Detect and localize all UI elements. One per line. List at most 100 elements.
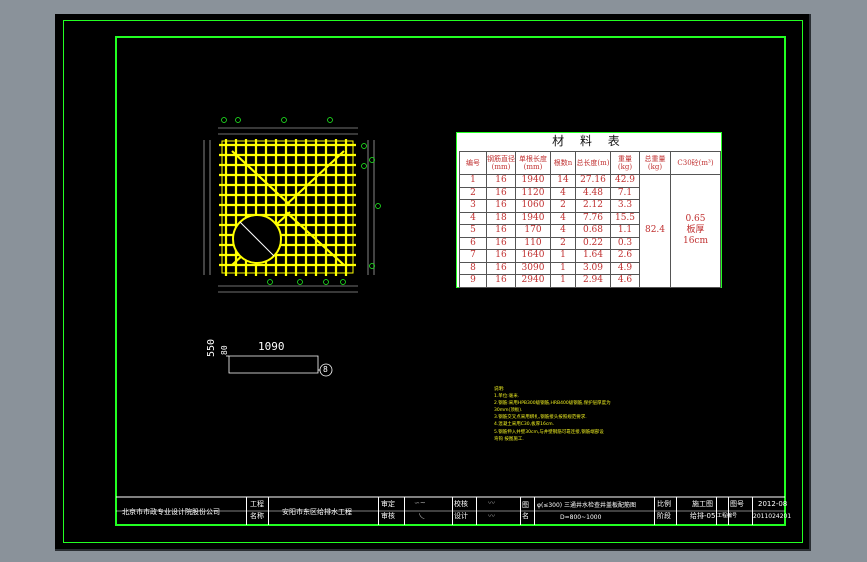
bar-detail xyxy=(226,355,333,377)
table-cell: 1 xyxy=(459,174,487,188)
notes-line: 30mm(顶板). xyxy=(494,408,523,413)
title-block: 北京市市政专业设计院股份公司 工程 名称 安阳市东区给排水工程 审定 审核 ∽~… xyxy=(116,497,791,525)
sheet-label: 图号 xyxy=(730,500,744,508)
table-cell: 9 xyxy=(459,274,487,288)
table-cell: 16 xyxy=(486,236,516,250)
table-cell: 8 xyxy=(459,261,487,275)
concrete-note-2: 16cm xyxy=(682,236,709,247)
table-cell: 7.76 xyxy=(575,211,611,225)
review-label-1: 审定 xyxy=(381,500,395,508)
table-cell: 1940 xyxy=(515,174,551,188)
notes-line: 2.钢筋:采用HPB300级钢筋,HRB400级钢筋,保护层厚度为 xyxy=(494,401,611,406)
table-cell: 4 xyxy=(550,186,576,200)
table-cell: 3.3 xyxy=(610,199,640,213)
table-cell: 14 xyxy=(550,174,576,188)
total-weight-cell: 82.4 xyxy=(639,174,671,288)
table-cell: 170 xyxy=(515,224,551,238)
rebar-plan xyxy=(219,139,356,276)
table-cell: 1 xyxy=(550,274,576,288)
table-cell: 1.64 xyxy=(575,249,611,263)
col-header-count: 根数n xyxy=(550,151,576,175)
table-cell: 3090 xyxy=(515,261,551,275)
table-cell: 1 xyxy=(550,261,576,275)
table-cell: 2.94 xyxy=(575,274,611,288)
notes-heading: 说明: xyxy=(494,387,505,392)
table-cell: 4.9 xyxy=(610,261,640,275)
table-cell: 2.12 xyxy=(575,199,611,213)
table-cell: 27.16 xyxy=(575,174,611,188)
table-cell: 2 xyxy=(459,186,487,200)
table-cell: 1940 xyxy=(515,211,551,225)
drawing-label: 图名 xyxy=(522,501,529,520)
scale-label: 比例 xyxy=(657,500,671,508)
col-header-length: 单根长度(mm) xyxy=(515,151,551,175)
table-cell: 4 xyxy=(550,211,576,225)
table-cell: 1060 xyxy=(515,199,551,213)
table-cell: 16 xyxy=(486,274,516,288)
table-cell: 16 xyxy=(486,261,516,275)
project-no-label: 工程编号 xyxy=(717,513,738,519)
signature-4: 〰 xyxy=(488,512,495,520)
table-cell: 1 xyxy=(550,249,576,263)
bar-dim-b: 80 xyxy=(220,345,229,355)
col-header-concrete: C30砼(m³) xyxy=(670,151,721,175)
table-cell: 16 xyxy=(486,199,516,213)
project-label-1: 工程 xyxy=(250,500,264,508)
concrete-cell: 0.65 板厚 16cm xyxy=(670,174,721,288)
material-table: 材 料 表 编号 钢筋直径(mm) 单根长度(mm) 根数n 总长度(m) 重量… xyxy=(456,132,722,288)
signature-1: ∽~ xyxy=(414,499,426,507)
table-cell: 2 xyxy=(550,199,576,213)
notes-line: 3.钢筋交叉点采用绑扎,钢筋接头按照规范要求. xyxy=(494,415,587,420)
company-name: 北京市市政专业设计院股份公司 xyxy=(122,508,220,516)
stage-label: 阶段 xyxy=(657,512,671,520)
table-cell: 7.1 xyxy=(610,186,640,200)
col-header-weight: 重量(kg) xyxy=(610,151,640,175)
check-label-2: 设计 xyxy=(454,512,468,520)
table-cell: 16 xyxy=(486,249,516,263)
col-header-diameter: 钢筋直径(mm) xyxy=(486,151,516,175)
notes-line: 弯钩 按图施工. xyxy=(494,437,524,442)
rebar-drawing xyxy=(116,117,785,512)
table-cell: 1.1 xyxy=(610,224,640,238)
bar-mark-number: 8 xyxy=(323,365,328,374)
col-header-index: 编号 xyxy=(459,151,487,175)
drawing-name-2: D=800~1000 xyxy=(560,514,602,521)
table-cell: 2.6 xyxy=(610,249,640,263)
signature-2: 乀 xyxy=(418,512,425,520)
bar-dim-a: 550 xyxy=(206,338,217,357)
table-cell: 110 xyxy=(515,236,551,250)
table-cell: 1640 xyxy=(515,249,551,263)
stage-value: 施工图 xyxy=(692,500,713,508)
table-cell: 3.09 xyxy=(575,261,611,275)
table-cell: 1120 xyxy=(515,186,551,200)
table-cell: 5 xyxy=(459,224,487,238)
notes-line: 4.混凝土采用C30,板厚16cm. xyxy=(494,422,555,427)
concrete-note-1: 板厚 xyxy=(686,225,705,236)
table-cell: 4 xyxy=(459,211,487,225)
project-name: 安阳市东区给排水工程 xyxy=(282,508,352,516)
table-cell: 18 xyxy=(486,211,516,225)
table-cell: 6 xyxy=(459,236,487,250)
project-label-2: 名称 xyxy=(250,512,264,520)
sheet-value: 给排-05 xyxy=(690,512,716,520)
table-cell: 42.9 xyxy=(610,174,640,188)
notes-line: 5.钢筋伸入井壁30cm,与井壁钢筋可靠连接,钢筋端部设 xyxy=(494,430,604,435)
table-cell: 0.68 xyxy=(575,224,611,238)
table-cell: 4.48 xyxy=(575,186,611,200)
concrete-value: 0.65 xyxy=(685,214,706,225)
drawing-name-1: φ(≤300) 三通井水检查井盖板配筋图 xyxy=(537,502,637,509)
date-value: 2012-08 xyxy=(758,500,788,508)
table-cell: 15.5 xyxy=(610,211,640,225)
table-cell: 2 xyxy=(550,236,576,250)
table-cell: 3 xyxy=(459,199,487,213)
table-cell: 4 xyxy=(550,224,576,238)
table-cell: 4.6 xyxy=(610,274,640,288)
material-table-title: 材 料 表 xyxy=(552,134,626,148)
col-header-total-weight: 总重量(kg) xyxy=(639,151,671,175)
table-row: 1 16 1940 14 27.16 42.9 82.4 0.65 板厚 16cm xyxy=(459,174,721,288)
table-cell: 0.3 xyxy=(610,236,640,250)
table-cell: 16 xyxy=(486,224,516,238)
check-label-1: 校核 xyxy=(454,500,468,508)
table-cell: 0.22 xyxy=(575,236,611,250)
review-label-2: 审核 xyxy=(381,512,395,520)
